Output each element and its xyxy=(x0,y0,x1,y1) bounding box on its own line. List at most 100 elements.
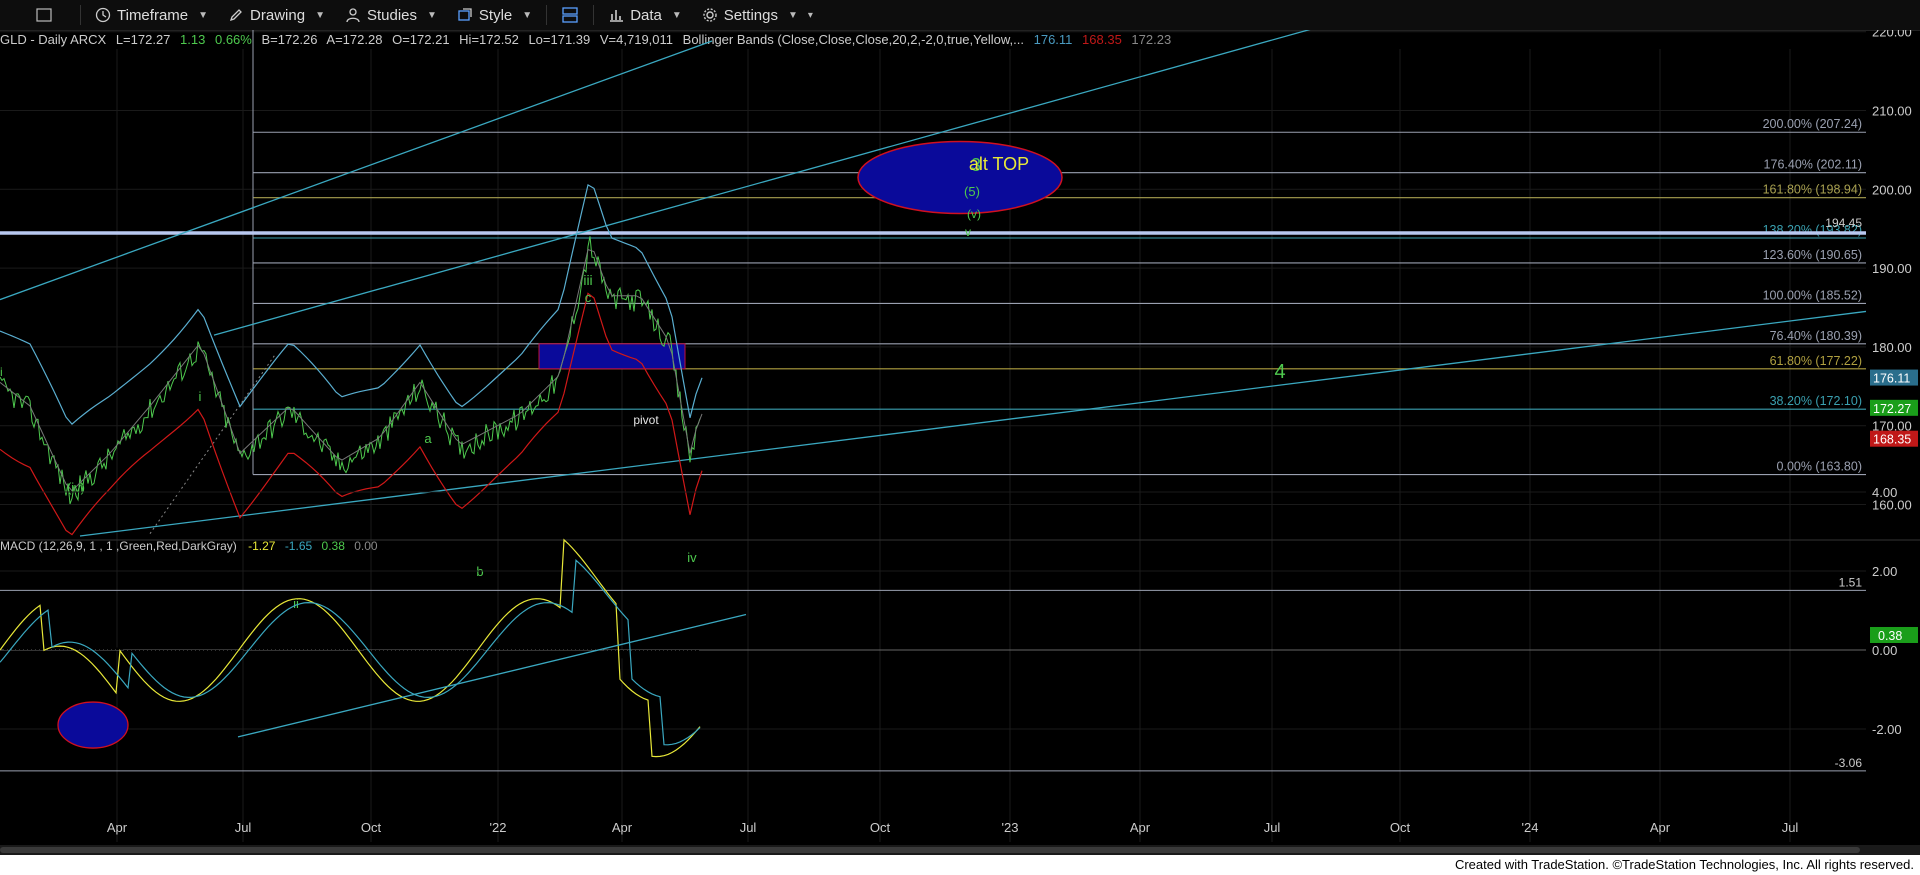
macd-histogram-bar xyxy=(556,642,559,650)
x-tick-label: '22 xyxy=(490,820,507,835)
change-value: 1.13 xyxy=(180,32,205,47)
x-tick-label: Oct xyxy=(1390,820,1411,835)
macd-histogram-bar xyxy=(688,650,691,657)
chevron-down-icon: ▼ xyxy=(315,9,325,21)
macd-histogram-bar xyxy=(60,640,63,650)
macd-histogram-bar xyxy=(400,650,403,663)
price-pane: 160.00170.00180.00190.00200.00210.00220.… xyxy=(0,30,1920,842)
macd-histogram-bar xyxy=(184,650,187,659)
x-tick-label: '24 xyxy=(1522,820,1539,835)
chart-area[interactable]: GLD - Daily ARCX L=172.27 1.13 0.66% B=1… xyxy=(0,30,1920,845)
style-button[interactable]: Style ▼ xyxy=(447,0,542,30)
macd-histogram-bar xyxy=(508,638,511,650)
x-tick-label: Apr xyxy=(1650,820,1671,835)
macd-histogram-bar xyxy=(664,650,667,660)
macd-histogram-bar xyxy=(656,650,659,662)
macd-histogram-bar xyxy=(448,650,451,659)
fib-level-label: 0.00% (163.80) xyxy=(1777,460,1862,474)
window-icon[interactable] xyxy=(0,0,76,30)
y-tick-label: 190.00 xyxy=(1872,261,1912,276)
x-tick-label: Apr xyxy=(1130,820,1151,835)
macd-histogram-bar xyxy=(696,650,699,657)
bid-price: B=172.26 xyxy=(261,32,317,47)
price-badge-label: 172.27 xyxy=(1873,402,1911,416)
studies-button[interactable]: Studies ▼ xyxy=(335,0,447,30)
macd-histogram-bar xyxy=(316,641,319,650)
macd-histogram-bar xyxy=(544,640,547,650)
macd-histogram-bar xyxy=(580,643,583,650)
bar-chart-icon xyxy=(608,7,624,23)
fib-level-label: 76.40% (180.39) xyxy=(1770,329,1862,343)
wave-label: (5) xyxy=(964,184,980,199)
macd-histogram-bar xyxy=(180,650,183,660)
x-tick-label: Jul xyxy=(235,820,252,835)
toolbar-divider xyxy=(546,5,548,25)
macd-histogram-bar xyxy=(160,650,163,662)
fib-level-label: 61.80% (177.22) xyxy=(1770,354,1862,368)
macd-histogram-bar xyxy=(204,650,207,660)
macd-histogram-bar xyxy=(520,636,523,650)
macd-histogram-bar xyxy=(324,641,327,650)
macd-histogram-bar xyxy=(32,639,35,650)
style-icon xyxy=(457,7,473,23)
toolbar: Timeframe ▼ Drawing ▼ Studies ▼ Style ▼ … xyxy=(0,0,1920,31)
trendline-upper xyxy=(0,40,713,301)
target-ellipse xyxy=(857,140,1063,215)
macd-histogram-bar xyxy=(168,650,171,661)
macd-histogram-bar xyxy=(300,640,303,650)
bb-mid-value: 172.23 xyxy=(1131,32,1171,47)
macd-histogram-bar xyxy=(20,640,23,650)
macd-histogram-bar xyxy=(364,650,367,652)
bb-lower-value: 168.35 xyxy=(1082,32,1122,47)
macd-histogram-bar xyxy=(612,650,615,655)
macd-histogram-bar xyxy=(548,641,551,650)
price-badge-label: 168.35 xyxy=(1873,433,1911,447)
macd-histogram-bar xyxy=(92,639,95,650)
wave-label: c xyxy=(585,290,592,305)
time-scrollbar[interactable] xyxy=(0,845,1920,855)
settings-button[interactable]: Settings ▼ ▾ xyxy=(692,0,823,30)
macd-histogram-bar xyxy=(684,650,687,657)
macd-histogram-bar xyxy=(76,640,79,650)
macd-value: -1.27 xyxy=(248,539,276,553)
macd-histogram-bar xyxy=(208,650,211,660)
ask-price: A=172.28 xyxy=(326,32,382,47)
fib-level-label: 123.60% (190.65) xyxy=(1763,248,1862,262)
macd-signal-value: -1.65 xyxy=(285,539,313,553)
price-header: GLD - Daily ARCX L=172.27 1.13 0.66% B=1… xyxy=(0,32,1171,47)
macd-histogram-bar xyxy=(424,650,427,660)
timeframe-button[interactable]: Timeframe ▼ xyxy=(85,0,218,30)
pencil-icon xyxy=(228,7,244,23)
bollinger-lower-band xyxy=(0,292,703,536)
wave-label: (v) xyxy=(967,207,981,221)
macd-histogram-bar xyxy=(536,639,539,650)
scrollbar-thumb[interactable] xyxy=(0,847,1860,853)
macd-histogram-bar xyxy=(264,639,267,650)
macd-histogram-bar xyxy=(16,642,19,650)
x-tick-label: '23 xyxy=(1002,820,1019,835)
chevron-down-icon: ▼ xyxy=(787,9,798,21)
macd-histogram-bar xyxy=(344,642,347,650)
symbol-label: GLD - Daily ARCX xyxy=(0,32,107,47)
layout-button[interactable] xyxy=(551,0,589,30)
low-price: Lo=171.39 xyxy=(528,32,590,47)
macd-zero-value: 0.00 xyxy=(354,539,378,553)
wave-label: pivot xyxy=(633,413,659,427)
toolbar-divider xyxy=(80,5,81,25)
macd-histogram-bar xyxy=(504,639,507,650)
open-price: O=172.21 xyxy=(392,32,449,47)
macd-histogram-bar xyxy=(624,650,627,661)
macd-ellipse xyxy=(57,701,129,749)
data-button[interactable]: Data ▼ xyxy=(598,0,692,30)
chevron-down-icon: ▼ xyxy=(427,9,437,21)
drawing-button[interactable]: Drawing ▼ xyxy=(218,0,335,30)
macd-histogram-bar xyxy=(4,647,7,650)
bollinger-upper-band xyxy=(0,183,703,425)
y-tick-label: 4.00 xyxy=(1872,485,1897,500)
macd-histogram-bar xyxy=(676,650,679,658)
macd-histogram-bar xyxy=(388,650,391,662)
change-percent: 0.66% xyxy=(215,32,252,47)
macd-histogram-bar xyxy=(540,639,543,650)
macd-histogram-bar xyxy=(572,642,575,650)
macd-histogram-bar xyxy=(564,642,567,650)
